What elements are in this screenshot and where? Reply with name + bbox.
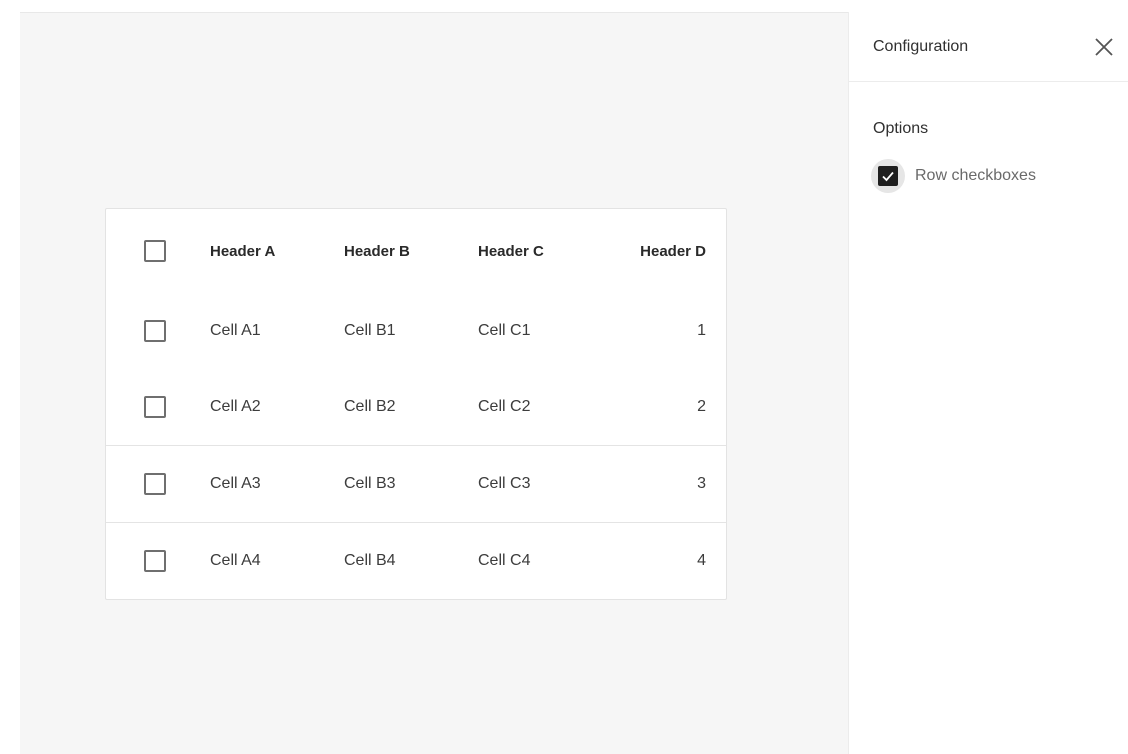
table-cell: 1 (697, 322, 706, 339)
checkbox-focus-ring (871, 159, 905, 193)
table-cell: Cell B2 (344, 398, 396, 415)
table-cell: Cell C1 (478, 322, 531, 339)
panel-title: Configuration (873, 38, 969, 55)
header-cell[interactable]: Header A (210, 243, 344, 260)
close-button[interactable] (1089, 32, 1119, 62)
table-row[interactable]: Cell A2 Cell B2 Cell C2 2 (106, 369, 726, 445)
option-label: Row checkboxes (915, 167, 1036, 184)
header-cell[interactable]: Header C (478, 243, 612, 260)
table-cell: Cell B1 (344, 322, 396, 339)
table-cell: Cell A3 (210, 475, 261, 492)
header-cell[interactable]: Header B (344, 243, 478, 260)
configuration-panel: Configuration Options Row checkboxes (848, 12, 1128, 754)
checkmark-icon (882, 171, 894, 182)
close-icon (1095, 38, 1113, 56)
table-cell: Cell B4 (344, 552, 396, 569)
row-checkbox[interactable] (144, 396, 166, 418)
panel-header: Configuration (849, 12, 1128, 82)
table-cell: Cell C3 (478, 475, 531, 492)
table-cell: Cell A2 (210, 398, 261, 415)
row-checkbox[interactable] (144, 550, 166, 572)
table-header-row: Header A Header B Header C Header D (106, 213, 726, 289)
table-cell: Cell C4 (478, 552, 531, 569)
table-cell: Cell B3 (344, 475, 396, 492)
row-checkbox[interactable] (144, 473, 166, 495)
row-checkboxes-option[interactable]: Row checkboxes (871, 158, 1036, 194)
table-cell: 2 (697, 398, 706, 415)
select-all-checkbox[interactable] (144, 240, 166, 262)
table-cell: Cell C2 (478, 398, 531, 415)
data-table: Header A Header B Header C Header D Cell… (105, 208, 727, 600)
table-row[interactable]: Cell A1 Cell B1 Cell C1 1 (106, 293, 726, 369)
table-row[interactable]: Cell A4 Cell B4 Cell C4 4 (106, 522, 726, 599)
table-row[interactable]: Cell A3 Cell B3 Cell C3 3 (106, 445, 726, 522)
table-cell: Cell A4 (210, 552, 261, 569)
options-section-label: Options (873, 120, 929, 137)
header-cell[interactable]: Header D (612, 243, 706, 260)
table-cell: Cell A1 (210, 322, 261, 339)
row-checkbox[interactable] (144, 320, 166, 342)
table-cell: 4 (697, 552, 706, 569)
row-checkboxes-toggle[interactable] (878, 166, 898, 186)
table-cell: 3 (697, 475, 706, 492)
